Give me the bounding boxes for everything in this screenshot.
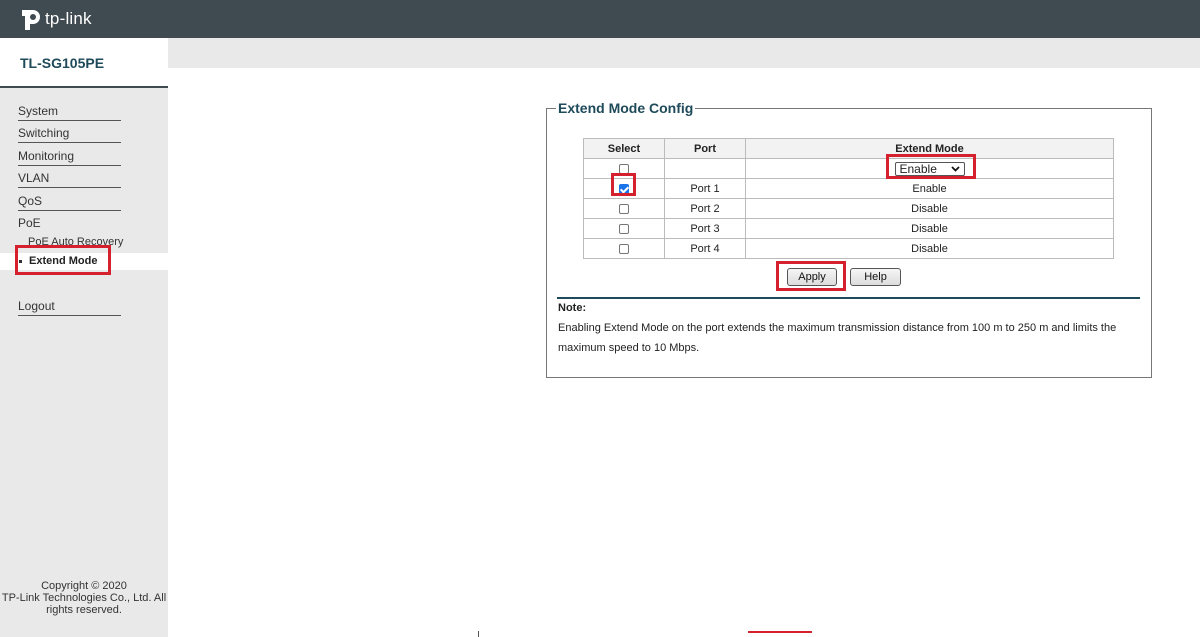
sidebar-item-poe[interactable]: PoE: [18, 216, 121, 232]
sidebar-item-extend-mode[interactable]: Extend Mode: [29, 255, 97, 267]
note-text: Enabling Extend Mode on the port extends…: [558, 322, 1117, 354]
bullet-icon: [19, 260, 22, 263]
header-extend-mode: Extend Mode: [745, 138, 1114, 159]
cell-port: Port 1: [664, 178, 746, 199]
sidebar-item-logout[interactable]: Logout: [18, 299, 121, 316]
logo-text: tp-link: [45, 9, 92, 28]
table-row: Port 4 Disable: [583, 238, 1114, 259]
select-all-checkbox[interactable]: [619, 163, 629, 174]
text-cursor: [478, 631, 479, 637]
sidebar-item-system[interactable]: System: [18, 104, 121, 121]
cell-port: Port 3: [664, 218, 746, 239]
port-1-checkbox[interactable]: [619, 183, 629, 194]
header-port: Port: [664, 138, 746, 159]
sidebar-item-switching[interactable]: Switching: [18, 126, 121, 143]
extend-mode-table: Select Port Extend Mode Enable Port 1 En…: [583, 138, 1114, 259]
table-row: Port 3 Disable: [583, 218, 1114, 239]
copyright: Copyright © 2020 TP-Link Technologies Co…: [0, 580, 168, 616]
table-row: Port 2 Disable: [583, 198, 1114, 219]
copyright-line-2: TP-Link Technologies Co., Ltd. All: [1, 592, 167, 604]
cell-port: Port 2: [664, 198, 746, 219]
apply-button[interactable]: Apply: [787, 268, 837, 286]
cell-port: Port 4: [664, 238, 746, 259]
sidebar-item-qos[interactable]: QoS: [18, 194, 121, 211]
cell-mode: Enable: [745, 178, 1114, 199]
red-underline-fragment: [748, 631, 812, 633]
copyright-line-3: rights reserved.: [46, 604, 122, 616]
top-header: tp-link: [0, 0, 1200, 38]
extend-mode-select-value: Enable: [899, 161, 937, 176]
cell-select: [583, 178, 665, 199]
note-title: Note:: [558, 302, 587, 314]
panel-title: Extend Mode Config: [556, 100, 696, 116]
tp-link-logo-icon: [22, 10, 40, 30]
model-header: TL-SG105PE: [0, 38, 168, 88]
sidebar-subitem-poe-auto-recovery[interactable]: PoE Auto Recovery: [28, 236, 123, 248]
model-name: TL-SG105PE: [20, 55, 105, 71]
table-row: Port 1 Enable: [583, 178, 1114, 199]
cell-mode: Disable: [745, 218, 1114, 239]
cell-empty: [664, 158, 746, 179]
sidebar-item-monitoring[interactable]: Monitoring: [18, 149, 121, 166]
header-select: Select: [583, 138, 665, 159]
table-header-row: Select Port Extend Mode: [583, 138, 1114, 159]
extend-mode-select[interactable]: Enable: [894, 161, 965, 176]
port-4-checkbox[interactable]: [619, 243, 629, 254]
port-2-checkbox[interactable]: [619, 203, 629, 214]
port-3-checkbox[interactable]: [619, 223, 629, 234]
cell-select: [583, 218, 665, 239]
sidebar-item-vlan[interactable]: VLAN: [18, 171, 121, 188]
cell-mode: Disable: [745, 238, 1114, 259]
copyright-line-1: Copyright © 2020: [41, 580, 127, 592]
content-top-strip: [168, 38, 1200, 68]
chevron-down-icon: [950, 165, 960, 172]
cell-select-all: [583, 158, 665, 179]
note-divider: [557, 297, 1140, 299]
cell-mode-select: Enable: [745, 158, 1114, 179]
table-row-global: Enable: [583, 158, 1114, 179]
cell-select: [583, 198, 665, 219]
help-button[interactable]: Help: [850, 268, 901, 286]
tp-link-logo[interactable]: tp-link: [18, 6, 92, 32]
cell-mode: Disable: [745, 198, 1114, 219]
cell-select: [583, 238, 665, 259]
